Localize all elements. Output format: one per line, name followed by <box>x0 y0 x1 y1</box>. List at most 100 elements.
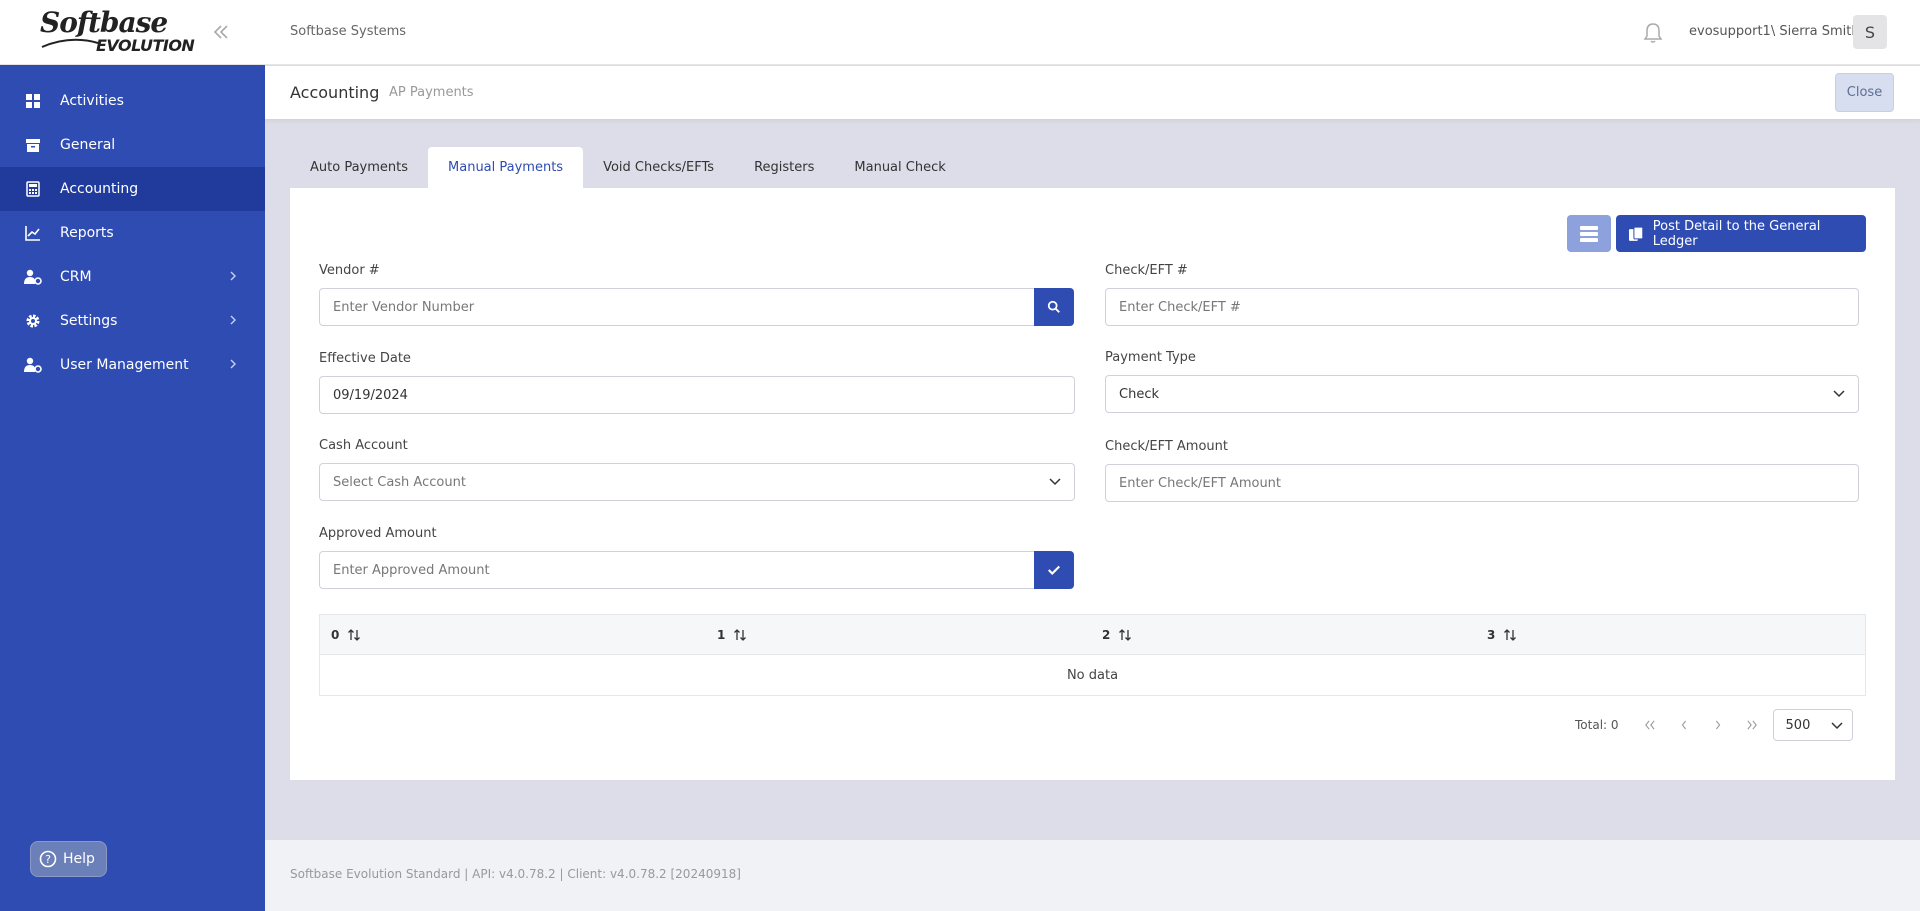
cash-account-select[interactable]: Select Cash Account <box>319 463 1075 501</box>
chevron-right-icon <box>230 315 236 325</box>
column-header-3[interactable]: 3 <box>1487 615 1517 655</box>
page-title: Accounting <box>290 83 380 102</box>
page-subtitle: AP Payments <box>389 85 474 100</box>
question-circle-icon: ? <box>39 850 57 868</box>
post-button-label: Post Detail to the General Ledger <box>1652 218 1821 249</box>
check-eft-label: Check/EFT # <box>1105 263 1188 278</box>
sidebar-item-general[interactable]: General <box>0 123 265 167</box>
users-cog-icon <box>24 268 42 286</box>
gear-icon <box>24 312 42 330</box>
page-size-value: 500 <box>1785 717 1811 733</box>
logo-area: Softbase EVOLUTION <box>0 0 265 65</box>
footer: Softbase Evolution Standard | API: v4.0.… <box>265 840 1920 911</box>
tab-bar: Auto Payments Manual Payments Void Check… <box>290 147 966 188</box>
last-page-button[interactable] <box>1735 709 1769 741</box>
top-bar: Softbase Systems evosupport1\ Sierra Smi… <box>265 0 1920 65</box>
list-view-button[interactable] <box>1567 215 1611 252</box>
pagination: Total: 0 500 <box>1575 709 1853 741</box>
sidebar-item-activities[interactable]: Activities <box>0 79 265 123</box>
sort-icon <box>734 629 747 641</box>
vendor-search-button[interactable] <box>1034 288 1074 326</box>
grid-icon <box>24 92 42 110</box>
collapse-sidebar-icon[interactable] <box>211 22 231 42</box>
help-label: Help <box>63 851 95 867</box>
column-header-0[interactable]: 0 <box>331 615 361 655</box>
logo-wordmark: Softbase <box>40 6 168 39</box>
column-header-label: 2 <box>1102 628 1111 642</box>
svg-text:?: ? <box>45 853 51 866</box>
effective-date-input[interactable]: 09/19/2024 <box>319 376 1075 414</box>
next-page-button[interactable] <box>1701 709 1735 741</box>
check-eft-number-input[interactable]: Enter Check/EFT # <box>1105 288 1859 326</box>
column-header-label: 1 <box>717 628 726 642</box>
column-header-label: 3 <box>1487 628 1496 642</box>
chart-line-icon <box>24 224 42 242</box>
sidebar-item-label: User Management <box>60 357 189 373</box>
effective-date-label: Effective Date <box>319 351 411 366</box>
sidebar-item-label: Accounting <box>60 181 139 197</box>
prev-page-button[interactable] <box>1667 709 1701 741</box>
logo-swoosh-icon <box>41 38 99 48</box>
close-button[interactable]: Close <box>1835 73 1894 112</box>
chevron-right-icon <box>1715 720 1720 730</box>
sidebar-nav: Activities General Accounting Reports CR… <box>0 79 265 387</box>
sort-icon <box>348 629 361 641</box>
approve-amount-button[interactable] <box>1034 551 1074 589</box>
user-name[interactable]: evosupport1\ Sierra Smith <box>1689 24 1860 39</box>
chevron-right-icon <box>230 359 236 369</box>
company-name: Softbase Systems <box>290 24 407 39</box>
tab-manual-check[interactable]: Manual Check <box>834 147 965 188</box>
user-cog-icon <box>24 356 42 374</box>
post-to-general-ledger-button[interactable]: Post Detail to the General Ledger <box>1616 215 1866 252</box>
column-header-1[interactable]: 1 <box>717 615 747 655</box>
check-eft-amount-input[interactable]: Enter Check/EFT Amount <box>1105 464 1859 502</box>
version-info: Softbase Evolution Standard | API: v4.0.… <box>290 867 741 881</box>
total-count: Total: 0 <box>1575 718 1619 732</box>
approved-amount-input[interactable]: Enter Approved Amount <box>319 551 1035 589</box>
tab-auto-payments[interactable]: Auto Payments <box>290 147 428 188</box>
manual-payments-panel: Post Detail to the General Ledger Vendor… <box>290 188 1895 780</box>
approved-amount-label: Approved Amount <box>319 526 437 541</box>
column-header-2[interactable]: 2 <box>1102 615 1132 655</box>
sidebar-item-settings[interactable]: Settings <box>0 299 265 343</box>
help-button[interactable]: ? Help <box>30 841 107 877</box>
chevrons-left-icon <box>1644 720 1655 730</box>
tab-registers[interactable]: Registers <box>734 147 834 188</box>
sidebar-item-crm[interactable]: CRM <box>0 255 265 299</box>
chevron-down-icon <box>1833 390 1845 398</box>
sidebar-item-label: Reports <box>60 225 114 241</box>
breadcrumb: Accounting AP Payments Close <box>265 66 1920 119</box>
tab-void-checks-efts[interactable]: Void Checks/EFTs <box>583 147 734 188</box>
check-icon <box>1048 565 1060 575</box>
calculator-icon <box>24 180 42 198</box>
sort-icon <box>1119 629 1132 641</box>
softbase-logo: Softbase EVOLUTION <box>40 6 195 59</box>
sort-icon <box>1504 629 1517 641</box>
sidebar-item-label: General <box>60 137 116 153</box>
payment-type-value: Check <box>1119 386 1159 402</box>
cash-account-placeholder: Select Cash Account <box>333 474 466 490</box>
sidebar-item-accounting[interactable]: Accounting <box>0 167 265 211</box>
payments-table: 0 1 2 3 No data <box>319 614 1866 696</box>
payment-type-select[interactable]: Check <box>1105 375 1859 413</box>
list-icon <box>1580 225 1598 242</box>
logo-subtitle: EVOLUTION <box>96 36 195 55</box>
sidebar: Softbase EVOLUTION Activities General Ac… <box>0 0 265 911</box>
cash-account-label: Cash Account <box>319 438 408 453</box>
payment-type-label: Payment Type <box>1105 350 1196 365</box>
sidebar-item-reports[interactable]: Reports <box>0 211 265 255</box>
first-page-button[interactable] <box>1633 709 1667 741</box>
archive-icon <box>24 136 42 154</box>
table-header: 0 1 2 3 <box>320 615 1865 655</box>
vendor-number-input[interactable]: Enter Vendor Number <box>319 288 1035 326</box>
page-size-select[interactable]: 500 <box>1772 709 1853 741</box>
bell-icon[interactable] <box>1643 22 1663 44</box>
chevron-down-icon <box>1049 478 1061 486</box>
sidebar-item-label: Activities <box>60 93 124 109</box>
tab-manual-payments[interactable]: Manual Payments <box>428 147 584 188</box>
chevrons-right-icon <box>1746 720 1757 730</box>
sidebar-item-label: Settings <box>60 313 118 329</box>
sidebar-item-user-management[interactable]: User Management <box>0 343 265 387</box>
empty-table-message: No data <box>1066 667 1119 683</box>
avatar[interactable]: S <box>1853 15 1887 49</box>
